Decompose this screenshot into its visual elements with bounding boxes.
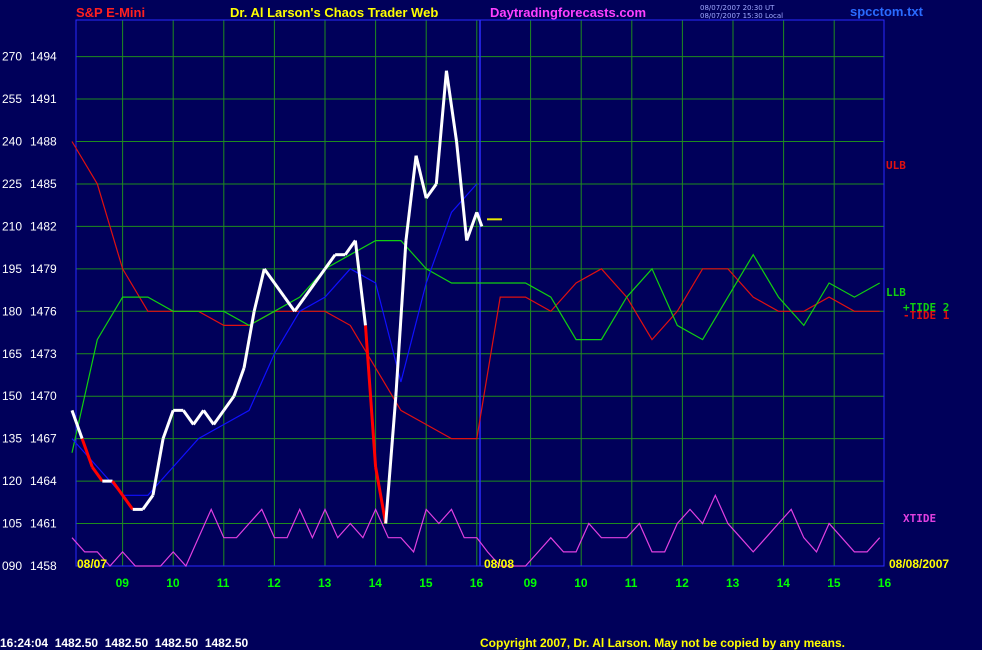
y-tick-label-right: 1488 [30, 135, 57, 149]
x-tick-label-day2: 12 [675, 576, 689, 590]
x-tick-label-day1: 12 [267, 576, 281, 590]
x-tick-label-day2: 13 [726, 576, 740, 590]
price-bar [232, 367, 246, 397]
price-bar [394, 240, 408, 397]
y-tick-label-right: 1470 [30, 389, 57, 403]
price-bar [273, 282, 286, 299]
y-tick-label-left: 180 [2, 304, 22, 318]
y-tick-label-left: 255 [2, 92, 22, 106]
price-bar [455, 141, 469, 241]
tide1-label: -TIDE 1 [903, 309, 950, 322]
price-bar [182, 409, 195, 426]
price-bar [80, 438, 94, 468]
xtide-label: XTIDE [903, 512, 936, 525]
copyright-notice: Copyright 2007, Dr. Al Larson. May not b… [480, 636, 845, 650]
y-tick-label-right: 1476 [30, 304, 57, 318]
y-tick-label-right: 1479 [30, 262, 57, 276]
price-bar [353, 240, 367, 326]
price-bar [444, 70, 459, 142]
series-line-xtide [71, 493, 881, 568]
plot-frame [75, 19, 885, 567]
price-bar [404, 155, 418, 241]
x-tick-label-day1: 09 [116, 576, 130, 590]
y-tick-label-left: 225 [2, 177, 22, 191]
x-tick-labels: 09 10 11 12 13 14 15 16 09 10 11 12 13 14 15 16 [116, 576, 892, 590]
y-tick-label-right: 1494 [30, 50, 57, 64]
price-bar [384, 396, 398, 524]
price-bar [161, 409, 175, 440]
price-bar [222, 395, 236, 412]
price-bar [424, 183, 438, 199]
price-bar [242, 311, 256, 369]
llb-label: LLB [886, 286, 906, 299]
y-tick-labels: 270 1494 255 1491 240 1488 225 1485 210 1482 195 14… [2, 50, 57, 573]
y-tick-label-right: 1491 [30, 92, 57, 106]
price-bar [202, 409, 215, 426]
y-tick-label-right: 1482 [30, 219, 57, 233]
x-tick-label-day1: 11 [217, 576, 230, 590]
y-tick-label-left: 195 [2, 262, 22, 276]
price-bar [414, 155, 428, 199]
y-tick-label-right: 1485 [30, 177, 57, 191]
timestamp-local: 08/07/2007 15:30 Local [700, 12, 783, 20]
price-bar [151, 438, 165, 496]
price-bar [121, 494, 134, 511]
brand-title: Dr. Al Larson's Chaos Trader Web [230, 5, 438, 20]
site-link[interactable]: Daytradingforecasts.com [490, 5, 646, 20]
price-bar [434, 70, 448, 185]
x-tick-label-day1: 13 [318, 576, 332, 590]
x-tick-label-day2: 10 [574, 576, 588, 590]
y-tick-label-left: 165 [2, 347, 22, 361]
y-tick-label-right: 1473 [30, 347, 57, 361]
ulb-label: ULB [886, 159, 906, 172]
price-bar [323, 253, 337, 270]
timestamp-ut: 08/07/2007 20:30 UT [700, 4, 775, 12]
chart-canvas: 270 1494 255 1491 240 1488 225 1485 210 1482 195 14… [0, 4, 950, 650]
x-tick-label-day2: 14 [777, 576, 791, 590]
price-bar [313, 267, 327, 284]
y-tick-label-left: 150 [2, 389, 22, 403]
price-bar [111, 480, 124, 497]
y-tick-label-right: 1458 [30, 559, 57, 573]
x-tick-label-day2: 09 [524, 576, 538, 590]
series-line-llb [71, 240, 880, 453]
file-name: spcctom.txt [850, 4, 924, 19]
y-tick-label-left: 105 [2, 517, 22, 531]
x-tick-label-day2: 15 [827, 576, 841, 590]
y-tick-label-left: 090 [2, 559, 22, 573]
x-tick-label-day1: 16 [470, 576, 484, 590]
x-tick-label-day2: 16 [878, 576, 892, 590]
series-line-ulb [71, 141, 880, 440]
y-tick-label-left: 240 [2, 135, 22, 149]
price-bar [212, 409, 226, 426]
x-tick-label-day1: 14 [369, 576, 383, 590]
y-tick-label-right: 1467 [30, 432, 57, 446]
x-tick-label-day1: 10 [166, 576, 180, 590]
x-tick-label-day2: 11 [625, 576, 638, 590]
x-tick-label-day1: 15 [419, 576, 433, 590]
y-tick-label-left: 120 [2, 474, 22, 488]
price-bar [263, 267, 276, 284]
y-tick-label-right: 1461 [30, 517, 57, 531]
instrument-title: S&P E-Mini [76, 5, 145, 20]
price-bar [91, 466, 104, 482]
price-bar [374, 466, 388, 524]
date-label-start: 08/07 [77, 557, 107, 571]
last-quote: 16:24:04 1482.50 1482.50 1482.50 1482.50 [0, 636, 249, 650]
y-tick-label-right: 1464 [30, 474, 57, 488]
y-tick-label-left: 270 [2, 50, 22, 64]
y-tick-label-left: 135 [2, 432, 22, 446]
price-bar [252, 268, 266, 312]
date-label-mid: 08/08 [484, 557, 514, 571]
date-label-end: 08/08/2007 [889, 557, 949, 571]
price-bar [141, 494, 155, 511]
price-bar [192, 409, 205, 426]
y-tick-label-left: 210 [2, 219, 22, 233]
